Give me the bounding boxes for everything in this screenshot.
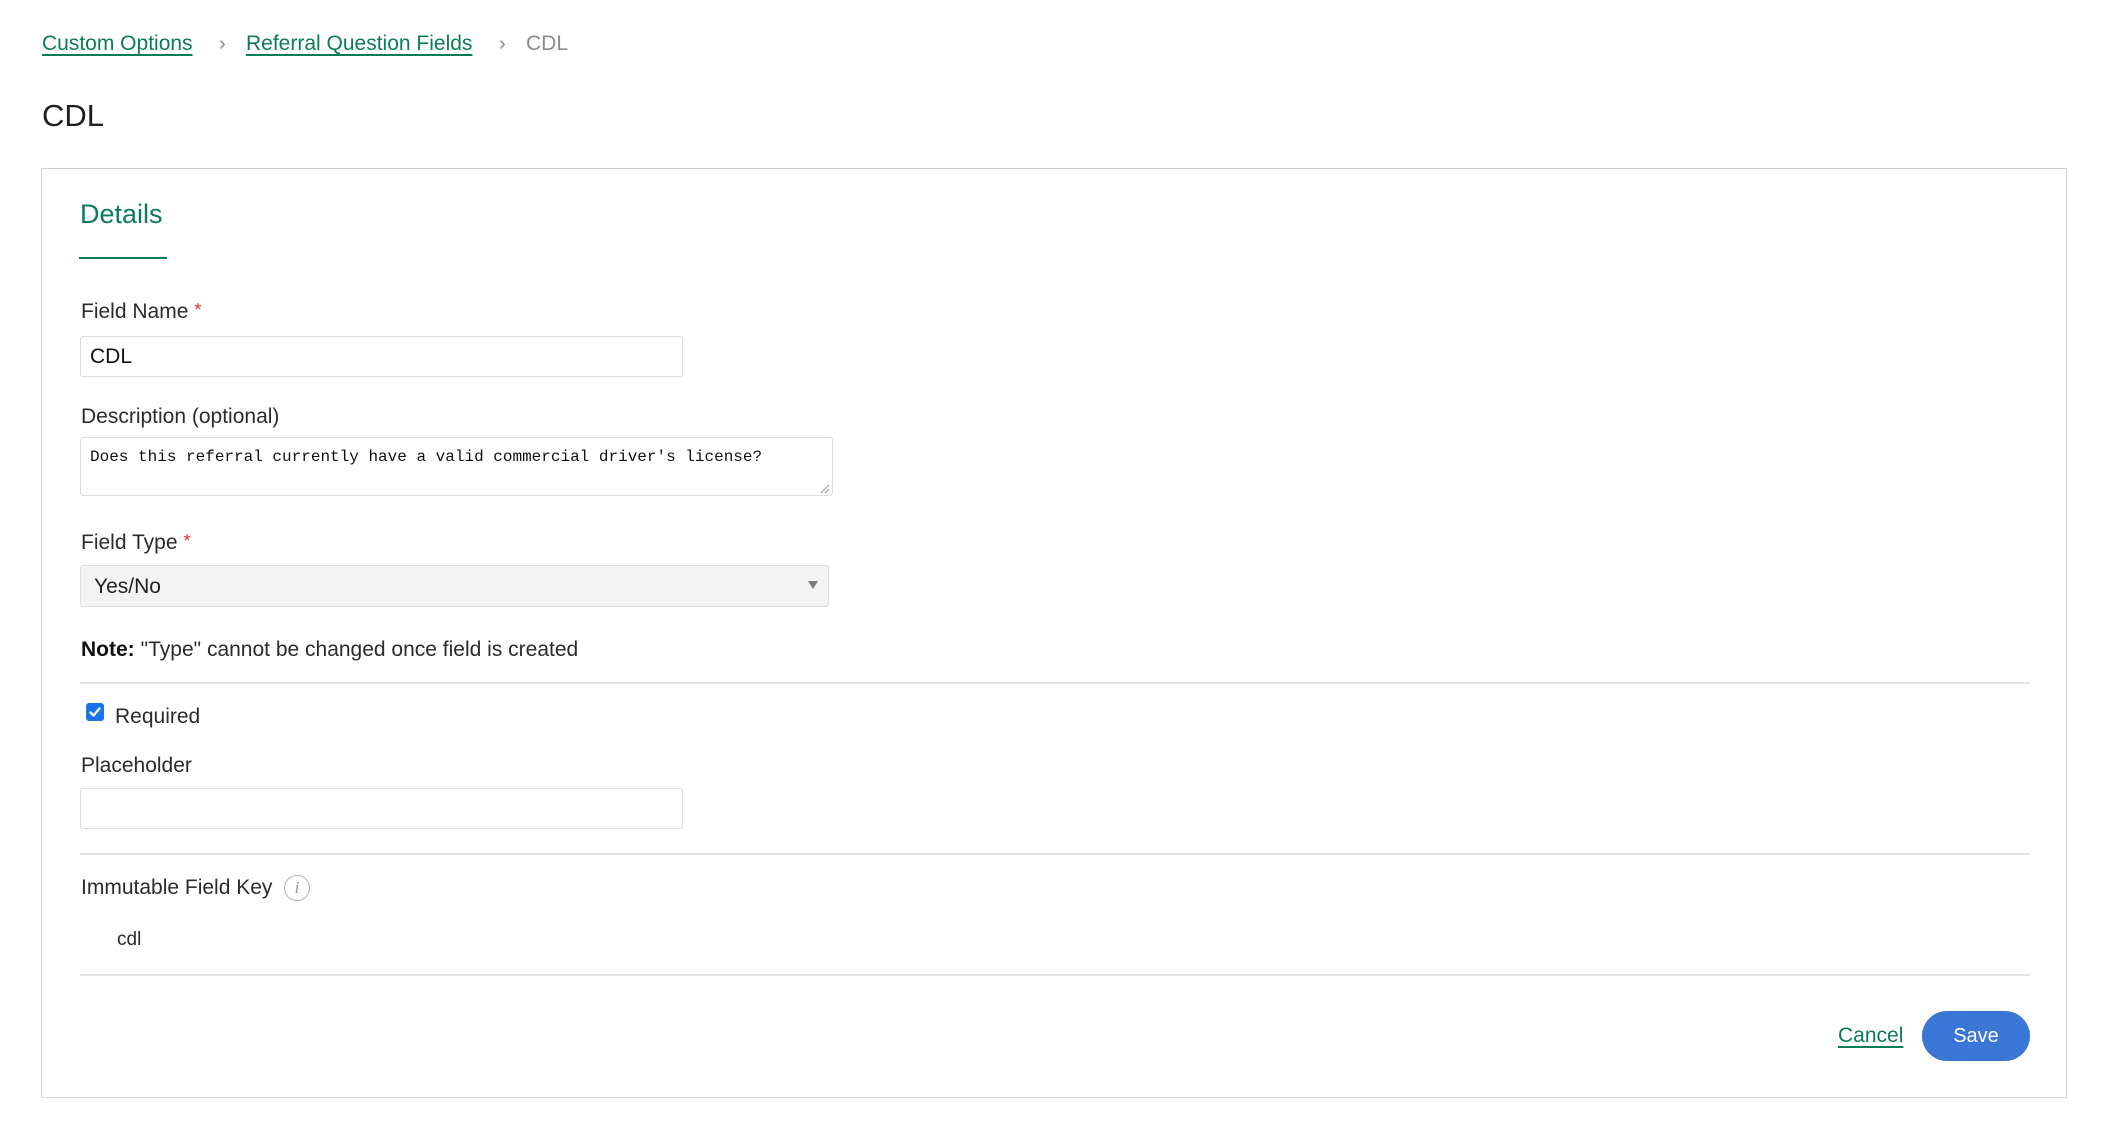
breadcrumb-referral-question-fields[interactable]: Referral Question Fields xyxy=(246,30,472,58)
field-type-select[interactable]: Yes/No xyxy=(80,565,829,607)
required-checkbox-label[interactable]: Required xyxy=(115,704,200,730)
description-label: Description (optional) xyxy=(81,405,280,428)
checkmark-icon xyxy=(89,707,101,717)
immutable-key-label: Immutable Field Key xyxy=(81,876,273,899)
active-tab-indicator xyxy=(79,257,167,259)
field-name-label: Field Name * xyxy=(81,299,201,325)
info-icon[interactable]: i xyxy=(284,875,310,901)
required-asterisk: * xyxy=(194,300,202,320)
type-note: Note: "Type" cannot be changed once field… xyxy=(81,637,578,663)
note-text: "Type" cannot be changed once field is c… xyxy=(140,638,579,661)
cancel-button[interactable]: Cancel xyxy=(1838,1023,1903,1049)
breadcrumb-current: CDL xyxy=(526,32,569,55)
caret-down-icon xyxy=(808,581,818,589)
chevron-right-icon: › xyxy=(499,33,506,55)
details-card xyxy=(41,168,2067,1098)
field-type-label: Field Type * xyxy=(81,530,191,556)
divider xyxy=(80,682,2030,684)
section-tab-details[interactable]: Details xyxy=(80,197,163,231)
required-asterisk: * xyxy=(183,531,191,551)
chevron-right-icon: › xyxy=(219,33,226,55)
field-name-label-text: Field Name xyxy=(81,300,189,323)
divider xyxy=(80,853,2030,855)
field-name-input[interactable] xyxy=(80,336,683,377)
placeholder-label: Placeholder xyxy=(81,754,192,777)
placeholder-input[interactable] xyxy=(80,788,683,829)
resize-handle-icon[interactable] xyxy=(820,484,830,494)
breadcrumb-custom-options[interactable]: Custom Options xyxy=(42,30,193,58)
divider xyxy=(80,974,2030,976)
immutable-key-value: cdl xyxy=(117,929,142,950)
page-title: CDL xyxy=(42,98,105,133)
save-button[interactable]: Save xyxy=(1922,1011,2030,1061)
note-prefix: Note: xyxy=(81,638,135,661)
field-type-selected-value: Yes/No xyxy=(94,575,161,598)
description-textarea[interactable]: Does this referral currently have a vali… xyxy=(80,437,833,496)
field-type-label-text: Field Type xyxy=(81,531,178,554)
required-checkbox[interactable] xyxy=(86,703,104,721)
